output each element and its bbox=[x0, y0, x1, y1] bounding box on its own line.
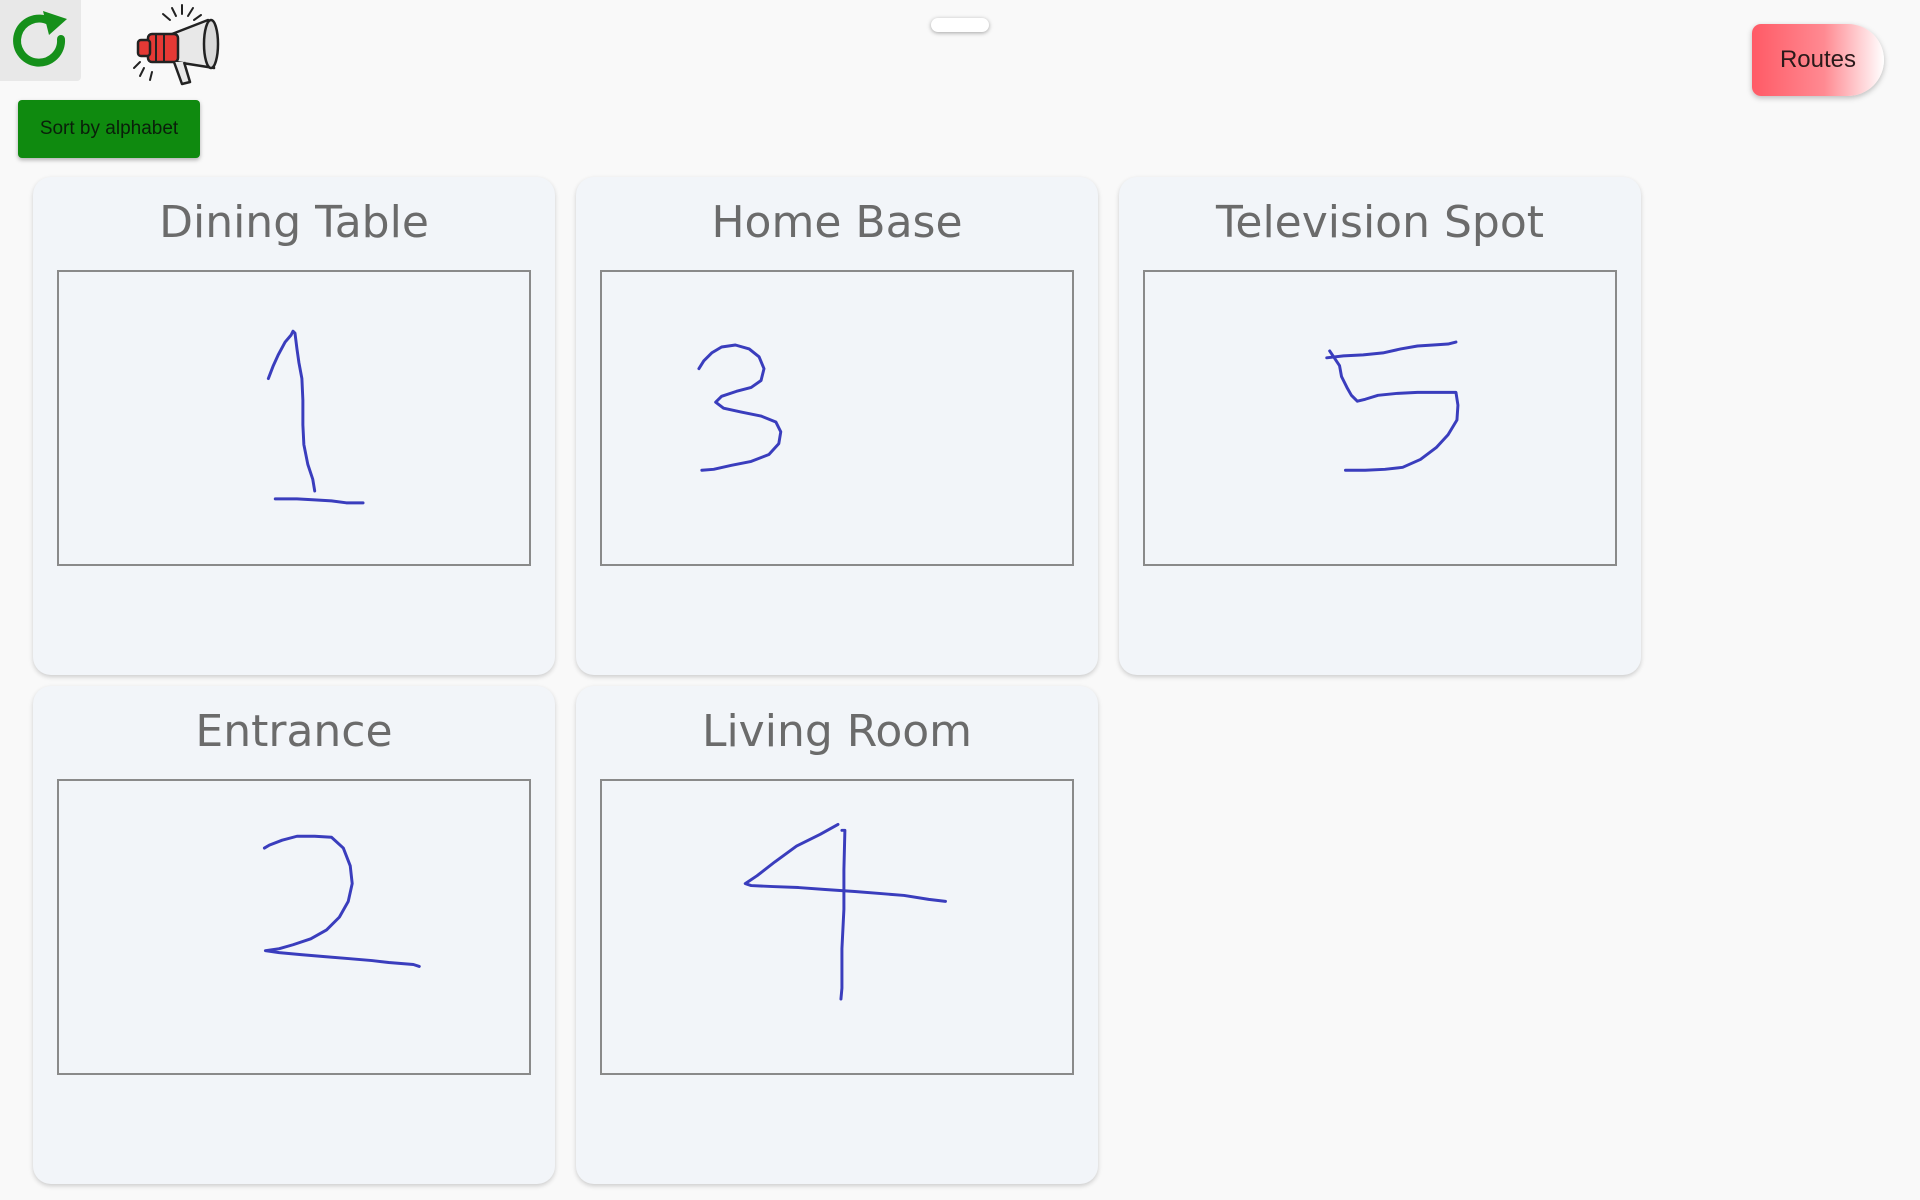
location-title: Entrance bbox=[195, 706, 393, 757]
drawing-canvas bbox=[57, 270, 531, 566]
handwritten-digit-two-icon bbox=[262, 834, 421, 968]
drawing-canvas bbox=[600, 270, 1074, 566]
handwritten-digit-three-icon bbox=[697, 343, 783, 472]
megaphone-button[interactable] bbox=[130, 4, 224, 90]
megaphone-icon bbox=[133, 4, 220, 86]
drawing-canvas bbox=[600, 779, 1074, 1075]
routes-button[interactable]: Routes bbox=[1752, 24, 1884, 96]
handwritten-digit-one-icon bbox=[266, 329, 365, 505]
drag-handle[interactable] bbox=[931, 18, 989, 32]
location-card-television-spot[interactable]: Television Spot bbox=[1119, 177, 1641, 675]
location-card-home-base[interactable]: Home Base bbox=[576, 177, 1098, 675]
app-screen: Routes Sort by alphabet Dining Table Hom… bbox=[0, 0, 1920, 1200]
drawing-canvas bbox=[1143, 270, 1617, 566]
location-card-entrance[interactable]: Entrance bbox=[33, 686, 555, 1184]
sort-by-alphabet-button[interactable]: Sort by alphabet bbox=[18, 100, 200, 158]
handwritten-digit-five-icon bbox=[1325, 340, 1460, 472]
location-title: Home Base bbox=[711, 197, 963, 248]
location-title: Living Room bbox=[701, 706, 973, 757]
location-title: Television Spot bbox=[1215, 197, 1544, 248]
location-card-living-room[interactable]: Living Room bbox=[576, 686, 1098, 1184]
location-card-dining-table[interactable]: Dining Table bbox=[33, 177, 555, 675]
handwritten-digit-four-icon bbox=[743, 822, 947, 1001]
refresh-icon bbox=[12, 10, 67, 67]
location-title: Dining Table bbox=[159, 197, 429, 248]
refresh-button[interactable] bbox=[0, 0, 81, 81]
drawing-canvas bbox=[57, 779, 531, 1075]
